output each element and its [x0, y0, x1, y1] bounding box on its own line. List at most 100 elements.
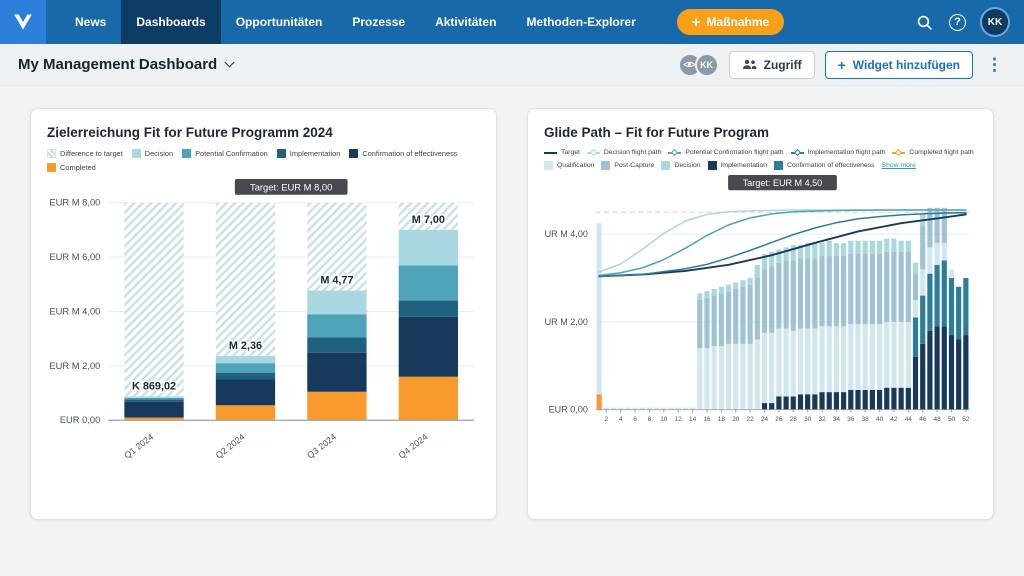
legend-item: Post-Capture	[601, 161, 654, 170]
legend-label: Potential Confirmation flight path	[685, 149, 783, 156]
svg-text:36: 36	[847, 416, 855, 423]
legend-item: Qualification	[544, 161, 594, 170]
card-title: Glide Path – Fit for Future Program	[544, 125, 977, 140]
svg-text:48: 48	[934, 416, 942, 423]
glide-chart: EUR M 4,00EUR M 2,00EUR 0,00246810121416…	[544, 175, 979, 473]
legend-label: Decision	[145, 149, 173, 158]
target-badge: Target: EUR M 4,50	[728, 175, 837, 190]
svg-text:4: 4	[619, 416, 623, 423]
svg-text:46: 46	[919, 416, 927, 423]
svg-text:EUR 0,00: EUR 0,00	[60, 414, 101, 425]
shared-avatars: KK	[678, 53, 719, 77]
chevron-down-icon	[225, 58, 235, 68]
svg-text:EUR M 4,00: EUR M 4,00	[49, 305, 100, 316]
svg-text:M 4,77: M 4,77	[320, 275, 353, 287]
nav-item-prozesse[interactable]: Prozesse	[337, 0, 420, 44]
nav-right-group: ? KK	[916, 9, 1024, 35]
svg-text:EUR M 6,00: EUR M 6,00	[49, 251, 100, 262]
add-widget-label: Widget hinzufügen	[853, 58, 960, 72]
legend-swatch	[182, 149, 191, 158]
help-button[interactable]: ?	[949, 14, 966, 31]
search-button[interactable]	[916, 14, 933, 31]
svg-text:32: 32	[818, 416, 826, 423]
legend-label: Completed	[60, 163, 96, 172]
dashboard-grid: Zielerreichung Fit for Future Programm 2…	[0, 86, 1024, 542]
svg-text:8: 8	[648, 416, 652, 423]
legend-item: Implementation flight path	[791, 149, 886, 156]
add-measure-button[interactable]: + Maßnahme	[677, 9, 784, 35]
nav-item-opportunit-ten[interactable]: Opportunitäten	[221, 0, 338, 44]
legend-item: Completed	[47, 163, 96, 172]
legend-item: Confirmation of effectiveness	[774, 161, 875, 170]
legend-row: Completed	[47, 163, 480, 172]
svg-text:20: 20	[732, 416, 740, 423]
goal-chart-svg: EUR M 8,00EUR M 6,00EUR M 4,00EUR M 2,00…	[47, 177, 482, 485]
legend-label: Potential Confirmation	[195, 149, 268, 158]
svg-text:Q2 2024: Q2 2024	[214, 432, 247, 461]
svg-text:42: 42	[890, 416, 898, 423]
svg-text:EUR M 2,00: EUR M 2,00	[49, 360, 100, 371]
legend-swatch	[132, 149, 141, 158]
svg-text:34: 34	[833, 416, 841, 423]
svg-text:6: 6	[633, 416, 637, 423]
card-title: Zielerreichung Fit for Future Programm 2…	[47, 125, 480, 140]
nav-item-methoden-explorer[interactable]: Methoden-Explorer	[511, 0, 650, 44]
plus-icon: +	[692, 15, 701, 30]
legend-label: Difference to target	[60, 149, 123, 158]
svg-text:Q3 2024: Q3 2024	[305, 432, 338, 461]
search-icon	[916, 14, 933, 31]
svg-text:Q4 2024: Q4 2024	[397, 432, 430, 461]
legend-label: Implementation	[721, 162, 767, 169]
svg-text:2: 2	[604, 416, 608, 423]
legend-label: Confirmation of effectiveness	[362, 149, 457, 158]
dashboard-toolbar: My Management Dashboard KK Zugriff +	[0, 44, 1024, 86]
svg-text:38: 38	[862, 416, 870, 423]
svg-text:44: 44	[905, 416, 913, 423]
legend-swatch	[661, 161, 670, 170]
legend-swatch	[349, 149, 358, 158]
kebab-menu-button[interactable]: ⋮	[983, 55, 1006, 75]
nav-item-aktivit-ten[interactable]: Aktivitäten	[420, 0, 511, 44]
legend-row: TargetDecision flight pathPotential Conf…	[544, 149, 977, 156]
svg-text:EUR 0,00: EUR 0,00	[549, 405, 588, 415]
svg-text:10: 10	[660, 416, 668, 423]
users-icon	[742, 59, 757, 70]
legend-swatch	[277, 149, 286, 158]
svg-text:22: 22	[747, 416, 755, 423]
svg-text:52: 52	[962, 416, 970, 423]
legend-item: Potential Confirmation	[182, 149, 268, 158]
legend-swatch	[544, 161, 553, 170]
target-badge: Target: EUR M 8,00	[235, 179, 348, 195]
legend-item: Confirmation of effectiveness	[349, 149, 457, 158]
goal-chart: EUR M 8,00EUR M 6,00EUR M 4,00EUR M 2,00…	[47, 177, 482, 485]
toolbar-right-group: KK Zugriff + Widget hinzufügen ⋮	[678, 51, 1006, 79]
legend-swatch	[791, 152, 804, 154]
add-widget-button[interactable]: + Widget hinzufügen	[825, 51, 973, 79]
legend-label: Decision flight path	[604, 149, 661, 156]
plus-icon: +	[838, 58, 846, 72]
nav-item-news[interactable]: News	[60, 0, 121, 44]
top-navigation: NewsDashboardsOpportunitätenProzesseAkti…	[0, 0, 1024, 44]
legend-item: Implementation	[708, 161, 767, 170]
glide-chart-legend: TargetDecision flight pathPotential Conf…	[544, 149, 977, 170]
legend-swatch	[668, 152, 681, 154]
svg-text:30: 30	[804, 416, 812, 423]
user-avatar[interactable]: KK	[982, 9, 1008, 35]
legend-item: Potential Confirmation flight path	[668, 149, 783, 156]
show-more-link[interactable]: Show more	[882, 162, 916, 169]
add-measure-label: Maßnahme	[707, 15, 770, 29]
legend-swatch	[47, 163, 56, 172]
legend-item: Decision	[132, 149, 173, 158]
svg-text:50: 50	[948, 416, 956, 423]
svg-text:Q1 2024: Q1 2024	[122, 432, 155, 461]
main-nav: NewsDashboardsOpportunitätenProzesseAkti…	[60, 0, 651, 44]
access-button[interactable]: Zugriff	[729, 51, 815, 79]
owner-avatar[interactable]: KK	[695, 53, 719, 77]
nav-item-dashboards[interactable]: Dashboards	[121, 0, 220, 44]
dashboard-title-dropdown[interactable]: My Management Dashboard	[18, 56, 233, 73]
legend-label: Implementation	[290, 149, 341, 158]
svg-text:18: 18	[718, 416, 726, 423]
app-logo[interactable]	[0, 0, 46, 44]
goal-attainment-card: Zielerreichung Fit for Future Programm 2…	[30, 108, 497, 520]
legend-item: Decision flight path	[587, 149, 661, 156]
